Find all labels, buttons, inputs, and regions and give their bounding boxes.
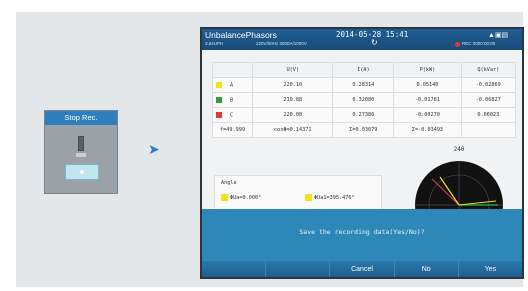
total-active-power-cell: Σ=0.03079 (332, 122, 395, 138)
record-indicator-icon (455, 42, 460, 47)
table-row: B 219.88 0.32080 -0.01781 -0.06827 (212, 92, 517, 108)
no-button[interactable]: No (394, 261, 459, 277)
screen-title-bar: UnbalancePhasors 2014-05-28 15:41 3,84UP… (202, 29, 522, 50)
measurement-table: U(V) I(A) P(kW) Q(kVar) A 220.10 0.28314… (212, 62, 517, 138)
range-info: 220V/50Hz 3000A/1000V (256, 41, 307, 46)
stop-rec-button[interactable] (65, 164, 99, 180)
header-cell: U(V) (251, 62, 334, 78)
voltage-cell: 219.88 (251, 92, 334, 108)
phase-cell: B (212, 92, 253, 108)
phase-c-swatch-icon (216, 111, 222, 118)
table-row: A 220.10 0.28314 0.05140 -0.02869 (212, 77, 517, 93)
instrument-screen: UnbalancePhasors 2014-05-28 15:41 3,84UP… (200, 27, 524, 279)
softkey-2-button[interactable] (266, 261, 331, 277)
phase-label: B (230, 97, 234, 104)
record-time: REC 0000:00:00 (462, 41, 496, 46)
stop-rec-label: Stop Rec. (45, 111, 117, 125)
wiring-info: 3,84UPH (205, 41, 224, 46)
header-cell: P(kW) (393, 62, 462, 78)
table-row: C 220.08 0.27386 -0.00270 0.06023 (212, 107, 517, 123)
refresh-icon[interactable]: ↻ (371, 38, 378, 47)
phase-cell: C (212, 107, 253, 123)
angle-value: ΦUa=0.000° (230, 195, 262, 201)
current-cell: 0.28314 (332, 77, 395, 93)
reactive-power-cell: -0.02869 (460, 77, 517, 93)
device-slot-icon (78, 136, 84, 151)
voltage-cell: 220.08 (251, 107, 334, 123)
summary-row: f=49.999 cosΦ=0.14371 Σ=0.03079 Σ=-0.034… (212, 122, 517, 138)
screen-title: UnbalancePhasors (205, 30, 277, 40)
reactive-power-cell: -0.06827 (460, 92, 517, 108)
header-cell (212, 62, 253, 78)
header-cell: I(A) (332, 62, 395, 78)
phase-a-swatch-icon (216, 81, 222, 88)
phasor-angle-label: 240 (454, 146, 465, 153)
active-power-cell: -0.01781 (393, 92, 462, 108)
device-indicator-icon (76, 153, 86, 157)
phase-label: A (230, 82, 234, 89)
angle-item: ΦUa=0.000° (221, 194, 261, 201)
button-dot-icon (80, 170, 84, 174)
arrow-right-icon: ➤ (148, 141, 160, 157)
yes-button[interactable]: Yes (458, 261, 522, 277)
angle-item: ΦUa1=395.476° (305, 194, 355, 201)
total-reactive-power-cell: Σ=-0.03493 (393, 122, 462, 138)
phasor-diagram: 240 (415, 146, 503, 219)
current-cell: 0.32080 (332, 92, 395, 108)
dialog-message: Save the recording data(Yes/No)? (299, 228, 425, 236)
voltage-cell: 220.10 (251, 77, 334, 93)
status-icons: ▲▣▤ (488, 32, 509, 39)
angle-swatch-icon (221, 194, 228, 201)
header-cell: Q(kVar) (460, 62, 517, 78)
frequency-cell: f=49.999 (212, 122, 253, 138)
recorder-device: Stop Rec. (44, 110, 118, 194)
softkey-bar: Cancel No Yes (202, 261, 522, 277)
active-power-cell: -0.00270 (393, 107, 462, 123)
phase-b-swatch-icon (216, 96, 222, 103)
angle-swatch-icon (305, 194, 312, 201)
current-cell: 0.27386 (332, 107, 395, 123)
phase-label: C (230, 112, 234, 119)
empty-cell (460, 122, 517, 138)
angle-title: Angle (221, 180, 237, 186)
angle-value: ΦUa1=395.476° (314, 195, 355, 201)
cancel-button[interactable]: Cancel (330, 261, 395, 277)
table-header-row: U(V) I(A) P(kW) Q(kVar) (212, 62, 517, 78)
reactive-power-cell: 0.06023 (460, 107, 517, 123)
active-power-cell: 0.05140 (393, 77, 462, 93)
softkey-1-button[interactable] (202, 261, 267, 277)
save-recording-dialog: Save the recording data(Yes/No)? (202, 209, 522, 261)
power-factor-cell: cosΦ=0.14371 (251, 122, 334, 138)
phase-cell: A (212, 77, 253, 93)
